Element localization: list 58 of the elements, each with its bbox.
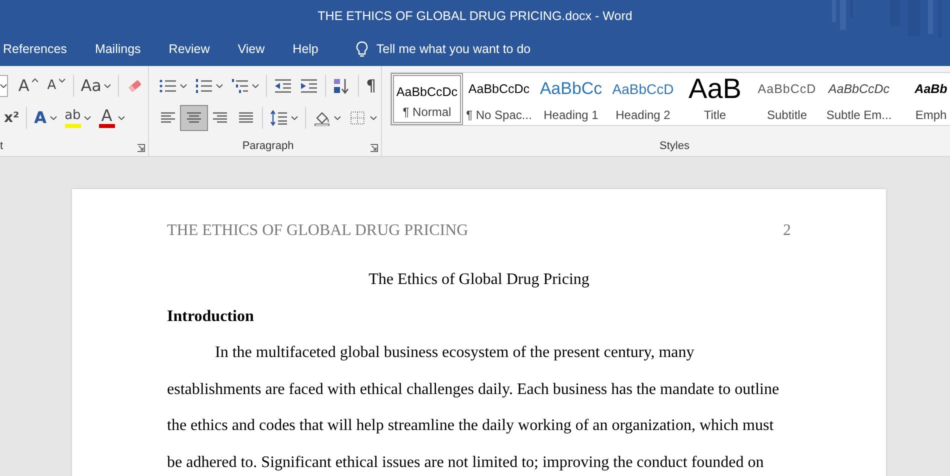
numbered-list-icon (195, 78, 213, 94)
caret-icon (0, 84, 8, 88)
up-caret-icon (32, 78, 40, 83)
caret-icon (50, 116, 57, 120)
caret-icon (334, 116, 341, 120)
page-number: 2 (783, 221, 791, 241)
show-marks-button[interactable]: ¶ (362, 74, 380, 98)
line-spacing-icon (270, 110, 288, 126)
body-paragraph: In the multifaceted global business ecosystem of the present century, many establishments are faced with ethical challenges daily. Each business has the mandate to outline the ethics and codes that will help streamline the daily working of an organization, which must be adhered to. Significant ethical issues are not limited to; improving the conduct founded on (167, 343, 780, 474)
caret-icon (180, 84, 187, 88)
multilevel-list-icon (231, 78, 249, 94)
highlight-button[interactable]: ab (60, 106, 95, 130)
down-caret-icon (59, 78, 66, 83)
font-size-field[interactable] (0, 75, 8, 97)
caret-icon (104, 84, 112, 88)
ribbon-tab[interactable]: Help (292, 42, 334, 56)
style-item[interactable]: AaBbCc Heading 1 (535, 73, 607, 125)
ribbon-tab[interactable]: View (238, 42, 281, 56)
superscript-button[interactable]: x² (0, 106, 24, 130)
dialog-launcher-icon[interactable] (137, 144, 145, 152)
increase-indent-icon (300, 78, 318, 94)
style-item[interactable]: AaBbCcD Subtitle (751, 73, 823, 125)
ribbon-tab[interactable]: Review (168, 42, 226, 56)
style-item[interactable]: AaBb Emph (895, 73, 950, 125)
dialog-launcher-icon[interactable] (370, 144, 378, 152)
caret-icon (252, 84, 259, 88)
lightbulb-icon (356, 40, 368, 58)
caret-icon (370, 116, 377, 120)
tell-me-field[interactable]: Tell me what you want to do (356, 40, 566, 58)
shrink-font-button[interactable]: A (43, 74, 70, 98)
font-color-button[interactable]: A (94, 106, 129, 130)
change-case-button[interactable]: Aa (76, 74, 116, 98)
ribbon-tab[interactable]: References (3, 42, 83, 56)
group-label: t (0, 140, 4, 152)
style-item[interactable]: AaBbCcDc ¶ Normal (391, 73, 463, 125)
caret-icon (118, 116, 125, 120)
group-label: Paragraph (242, 140, 294, 152)
style-item[interactable]: AaBbCcD Heading 2 (607, 73, 679, 125)
caret-icon (291, 116, 298, 120)
align-center-button[interactable] (181, 106, 207, 130)
style-item[interactable]: AaBbCcDc ¶ No Spac... (463, 73, 535, 125)
style-item[interactable]: AaB Title (679, 73, 751, 125)
running-header: THE ETHICS OF GLOBAL DRUG PRICING (167, 221, 468, 241)
caret-icon (216, 84, 223, 88)
style-item[interactable]: AaBbCcDc Subtle Em... (823, 73, 895, 125)
document-title: The Ethics of Global Drug Pricing (368, 271, 590, 288)
text-effects-button[interactable]: A (30, 106, 61, 130)
borders-icon (349, 110, 367, 126)
section-heading: Introduction (167, 307, 254, 327)
paint-bucket-icon (313, 110, 331, 126)
decrease-indent-icon (274, 78, 292, 94)
ribbon-tab[interactable]: Mailings (94, 42, 157, 56)
sort-icon (333, 78, 351, 94)
grow-font-button[interactable]: A (14, 74, 44, 98)
caret-icon (84, 116, 91, 120)
group-label: Styles (660, 140, 690, 152)
bullet-list-icon (159, 78, 177, 94)
window-title: THE ETHICS OF GLOBAL DRUG PRICING.docx - Word (318, 9, 632, 23)
